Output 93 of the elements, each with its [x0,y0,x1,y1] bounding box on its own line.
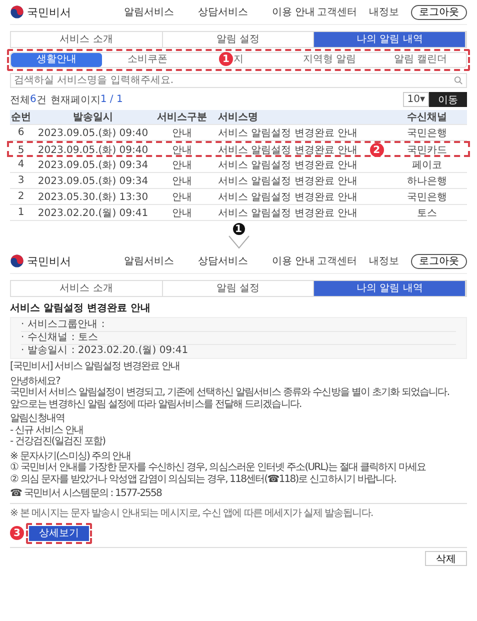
table-cell-text: 6 [16,127,26,138]
nav-link[interactable]: 상담서비스 [198,5,248,19]
table-cell-text: 2023.09.05.(화) 09:40 [36,144,150,157]
logout-button[interactable]: 로그아웃 [411,4,467,20]
info-label: · 수신채널 [21,332,68,344]
table-cell-text: 하나은행 [406,174,448,188]
table-cell-text: 안내 [171,206,193,220]
tab[interactable]: 나의 알림 내역 [314,32,466,47]
page-label: 현재페이지 [50,94,100,106]
column-header: 발송일시 [72,111,114,124]
logout-button[interactable]: 로그아웃 [411,254,467,268]
table-cell-text: 2 [16,191,26,202]
table-row[interactable]: 3 2023.09.05.(화) 09:34 안내 서비스 알림설정 변경완료 안내 하나은행 [10,173,467,189]
detail-button[interactable]: 상세보기 [29,526,89,540]
nav-link[interactable]: 이용 안내 [272,5,316,19]
table-cell-text: 서비스 알림설정 변경완료 안내 [218,174,358,188]
table-cell-text: 안내 [171,190,193,204]
message-line: 안녕하세요? [10,376,62,387]
logo-text[interactable]: 국민비서 [27,4,71,20]
info-label: · 서비스그룹안내 [21,319,98,331]
count-value: 6 [30,94,36,105]
table-cell-text: 토스 [416,206,438,220]
table-cell-text: 2023.09.05.(화) 09:40 [36,126,150,140]
info-label: · 발송일시 [21,345,68,357]
table-row[interactable]: 6 2023.09.05.(화) 09:40 안내 서비스 알림설정 변경완료 안내 국민은행 [10,125,467,141]
header-link[interactable]: 고객센터 [317,5,357,19]
table-cell-text: 4 [16,159,26,170]
table-row[interactable]: 2 2023.05.30.(화) 13:30 안내 서비스 알림설정 변경완료 안내 국민은행 [10,189,467,205]
nav-link[interactable]: 알림서비스 [124,254,174,268]
step-badge: 2 [370,143,384,157]
header-link[interactable]: 내정보 [369,254,399,268]
table-cell-text: 2023.02.20.(월) 09:41 [36,206,150,220]
step-badge: 1 [232,223,244,235]
count-unit: 건 [36,94,46,106]
table-row[interactable]: 4 2023.09.05.(화) 09:34 안내 서비스 알림설정 변경완료 안내 페이코 [10,157,467,173]
column-header: 순번 [10,111,32,124]
subtab[interactable]: 생활안내 [11,53,102,67]
table-cell-text: 3 [16,175,26,186]
tab[interactable]: 나의 알림 내역 [314,281,466,296]
table-row[interactable]: 1 2023.02.20.(월) 09:41 안내 서비스 알림설정 변경완료 안내 토스 [10,205,467,221]
table-cell-text: 서비스 알림설정 변경완료 안내 [218,144,358,157]
delete-button[interactable]: 삭제 [425,550,467,566]
logo-text[interactable]: 국민비서 [27,254,71,268]
nav-link[interactable]: 이용 안내 [272,254,316,268]
page-size-select[interactable]: 10▾ [403,92,429,107]
table-cell-text: 국민은행 [406,190,448,204]
table-cell-text: 안내 [171,158,193,172]
table-cell-text: 5 [16,144,26,156]
table-cell-text: 안내 [171,144,193,157]
message-line: 앞으로는 변경하신 알림 설정에 따라 알림서비스를 전달해 드리겠습니다. [10,398,302,410]
table-cell-text: 안내 [171,126,193,140]
message-line: 국민비서 서비스 알림설정이 변경되고, 기존에 선택하신 알림서비스 종류와 수신방을 별이 초기화 되었습니다. [10,387,450,398]
column-header: 서비스구분 [156,111,208,124]
message-line: 알림신청내역 [10,413,66,424]
step-badge: 3 [10,526,24,540]
table-cell-text: 국민은행 [406,126,448,140]
table-cell-text: 서비스 알림설정 변경완료 안내 [218,190,358,204]
message-line: ② 의심 문자를 받았거나 악성앱 감염이 의심되는 경우, 118센터(☎118)로 신고하시기 바랍니다. [10,474,398,485]
column-header: 서비스명 [217,111,259,124]
search-field[interactable]: 검색하실 서비스명을 입력해주세요. [10,73,467,88]
column-header: 수신채널 [406,111,448,124]
go-button[interactable]: 이동 [429,92,467,107]
table-cell-text: 페이코 [411,158,443,172]
message-line: [국민비서] 서비스 알림설정 변경완료 안내 [10,361,181,372]
info-value: : 토스 [71,332,98,344]
table-cell-text: 2023.09.05.(화) 09:34 [36,174,150,188]
table-cell-text: 서비스 알림설정 변경완료 안내 [218,158,358,172]
page-value: 1 / 1 [100,94,123,105]
footnote: ※ 본 메시지는 문자 발송시 안내되는 메시지로, 수신 앱에 따른 메세지가 실제 발송됩니다. [10,502,467,520]
message-line: ☎ 국민비서 시스템문의 : 1577-2558 [10,488,163,500]
message-line: - 신규 서비스 안내 [10,424,84,436]
emblem-icon [10,254,24,268]
search-icon[interactable] [454,76,463,85]
nav-link[interactable]: 상담서비스 [198,254,248,268]
table-cell-text: 서비스 알림설정 변경완료 안내 [218,206,358,220]
table-cell-text: 2023.05.30.(화) 13:30 [36,190,150,204]
info-value: : [101,319,105,331]
table-cell-text: 국민카드 [406,144,448,157]
emblem-icon [10,5,24,19]
info-value: : 2023.02.20.(월) 09:41 [71,345,188,357]
table-cell-text: 서비스 알림설정 변경완료 안내 [218,126,358,140]
table-cell-text: 2023.09.05.(화) 09:34 [36,158,150,172]
count-label: 전체 [10,94,30,106]
message-line: ※ 문자사기(스미싱) 주의 안내 [10,450,132,462]
header-link[interactable]: 내정보 [369,5,399,19]
detail-title: 서비스 알림설정 변경완료 안내 [10,302,152,315]
message-line: - 건강검진(일검진 포함) [10,436,106,448]
message-line: ① 국민비서 안내를 가장한 문자를 수신하신 경우, 의심스러운 인터넷 주소(URL)는 절대 클릭하지 마세요 [10,462,427,474]
table-cell-text: 안내 [171,174,193,188]
highlighted-row[interactable]: 5 2023.09.05.(화) 09:40 안내 서비스 알림설정 변경완료 안내 2 국민카드 [7,141,470,157]
nav-link[interactable]: 알림서비스 [124,5,174,19]
header-link[interactable]: 고객센터 [317,254,357,268]
table-cell-text: 1 [16,207,26,218]
